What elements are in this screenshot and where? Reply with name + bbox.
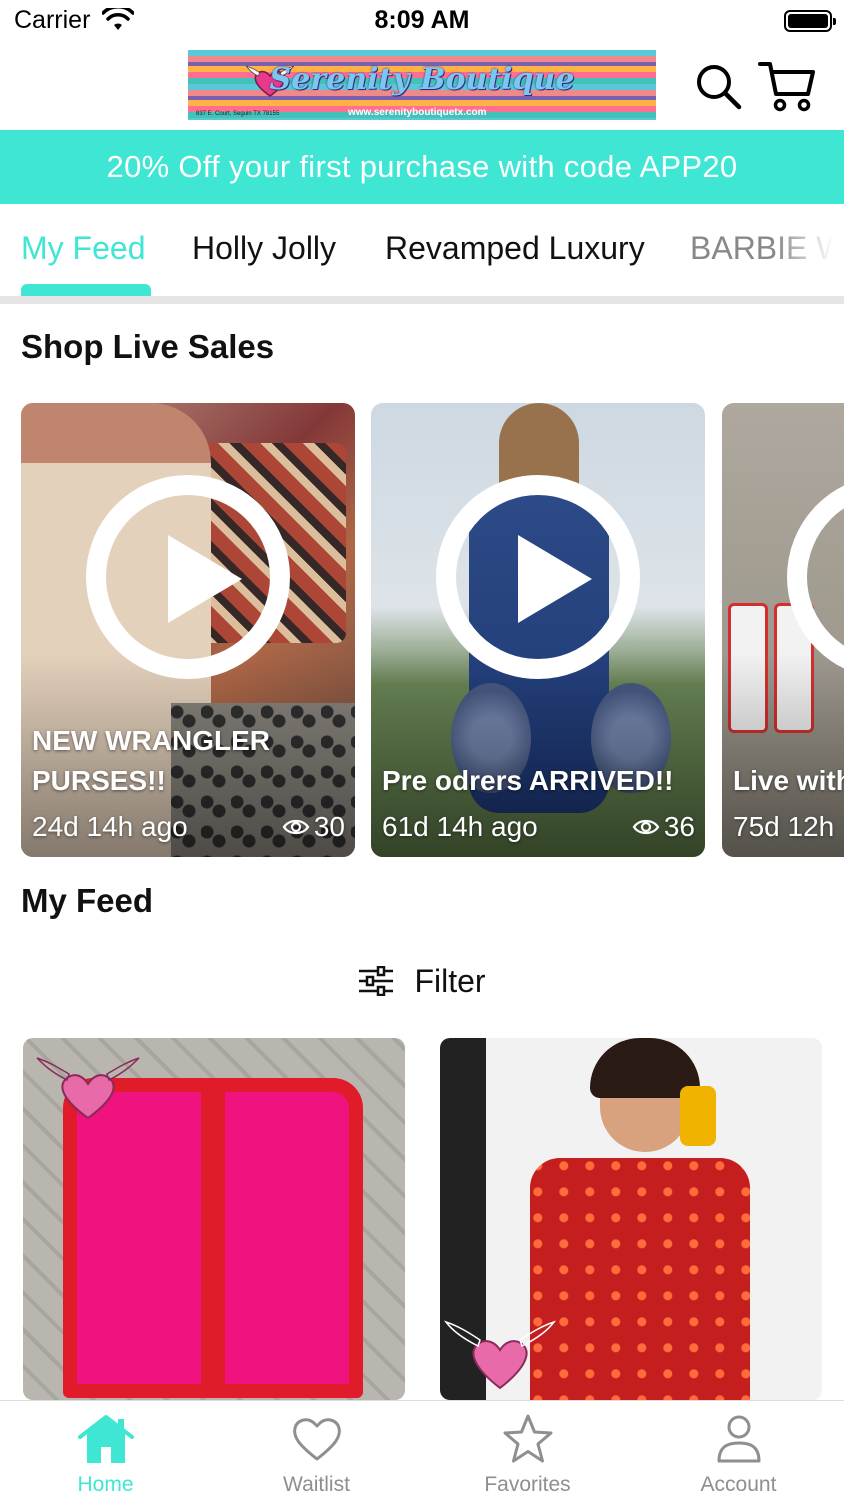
active-tab-indicator [21, 284, 151, 296]
tab-favorites[interactable]: Favorites [422, 1401, 633, 1500]
live-sale-title: NEW WRANGLER PURSES!! [32, 725, 270, 796]
tab-account[interactable]: Account [633, 1401, 844, 1500]
live-sales-heading: Shop Live Sales [21, 328, 275, 365]
tab-account-label: Account [700, 1473, 777, 1496]
phone-image [680, 1086, 716, 1146]
heart-icon [293, 1418, 341, 1461]
play-icon[interactable] [86, 475, 290, 679]
live-sale-time: 24d 14h ago [32, 811, 188, 842]
battery-icon [784, 10, 836, 32]
tab-my-feed[interactable]: My Feed [21, 230, 145, 267]
app-header: Serenity Boutique 837 E. Court, Seguin T… [0, 44, 844, 130]
star-icon [503, 1414, 553, 1463]
filter-label: Filter [414, 962, 486, 999]
promo-text: 20% Off your first purchase with code AP… [106, 149, 738, 184]
watermark-logo-icon [36, 1057, 140, 1120]
tabs-fade [774, 204, 844, 294]
promo-banner[interactable]: 20% Off your first purchase with code AP… [0, 130, 844, 204]
tab-waitlist[interactable]: Waitlist [211, 1401, 422, 1500]
category-tabs: My Feed Holly Jolly Revamped Luxury BARB… [0, 204, 844, 304]
logo-address: 837 E. Court, Seguin TX 78155 [196, 111, 280, 117]
live-sale-card[interactable]: Live with 75d 12h [722, 403, 844, 857]
live-sale-title: Live with [733, 765, 844, 796]
tab-holly-jolly[interactable]: Holly Jolly [192, 230, 336, 267]
view-count-value: 36 [663, 811, 695, 842]
tab-revamped-luxury[interactable]: Revamped Luxury [385, 230, 645, 267]
store-logo[interactable]: Serenity Boutique 837 E. Court, Seguin T… [188, 50, 656, 120]
eye-icon [632, 819, 660, 835]
live-sale-time: 75d 12h [733, 811, 835, 842]
logo-url: www.serenityboutiquetx.com [348, 107, 487, 118]
tab-waitlist-label: Waitlist [283, 1473, 350, 1496]
logo-wordmark: Serenity Boutique [269, 62, 575, 97]
view-count: 36 [632, 811, 695, 843]
sweater-placket [201, 1078, 225, 1398]
live-sale-title: Pre odrers ARRIVED!! [382, 765, 674, 796]
tab-home[interactable]: Home [0, 1401, 211, 1500]
view-count: 30 [282, 811, 345, 843]
live-sales-carousel[interactable]: NEW WRANGLER PURSES!! 24d 14h ago 30 Pre… [0, 403, 844, 857]
view-count-value: 30 [313, 811, 345, 842]
play-icon[interactable] [436, 475, 640, 679]
search-icon[interactable] [692, 60, 744, 112]
feed-heading: My Feed [21, 882, 154, 919]
live-sale-card[interactable]: Pre odrers ARRIVED!! 61d 14h ago 36 [371, 403, 705, 857]
sequin-dress-image [530, 1158, 750, 1400]
filter-button[interactable]: Filter [0, 958, 844, 1004]
cart-icon[interactable] [758, 58, 816, 114]
live-sale-time: 61d 14h ago [382, 811, 538, 842]
tabs-divider [0, 296, 844, 304]
live-sale-card[interactable]: NEW WRANGLER PURSES!! 24d 14h ago 30 [21, 403, 355, 857]
watermark-logo-icon [443, 1320, 557, 1390]
eye-icon [282, 819, 310, 835]
tab-favorites-label: Favorites [484, 1473, 571, 1496]
feed-product-card[interactable] [23, 1038, 405, 1400]
status-bar: Carrier 8:09 AM [0, 0, 844, 44]
bottom-tab-bar: Home Waitlist Favorites Account [0, 1400, 844, 1500]
home-icon [78, 1415, 134, 1463]
feed-product-card[interactable] [440, 1038, 822, 1400]
sliders-icon [359, 966, 394, 996]
status-time: 8:09 AM [374, 6, 470, 34]
tab-home-label: Home [77, 1473, 134, 1496]
person-icon [717, 1415, 761, 1463]
